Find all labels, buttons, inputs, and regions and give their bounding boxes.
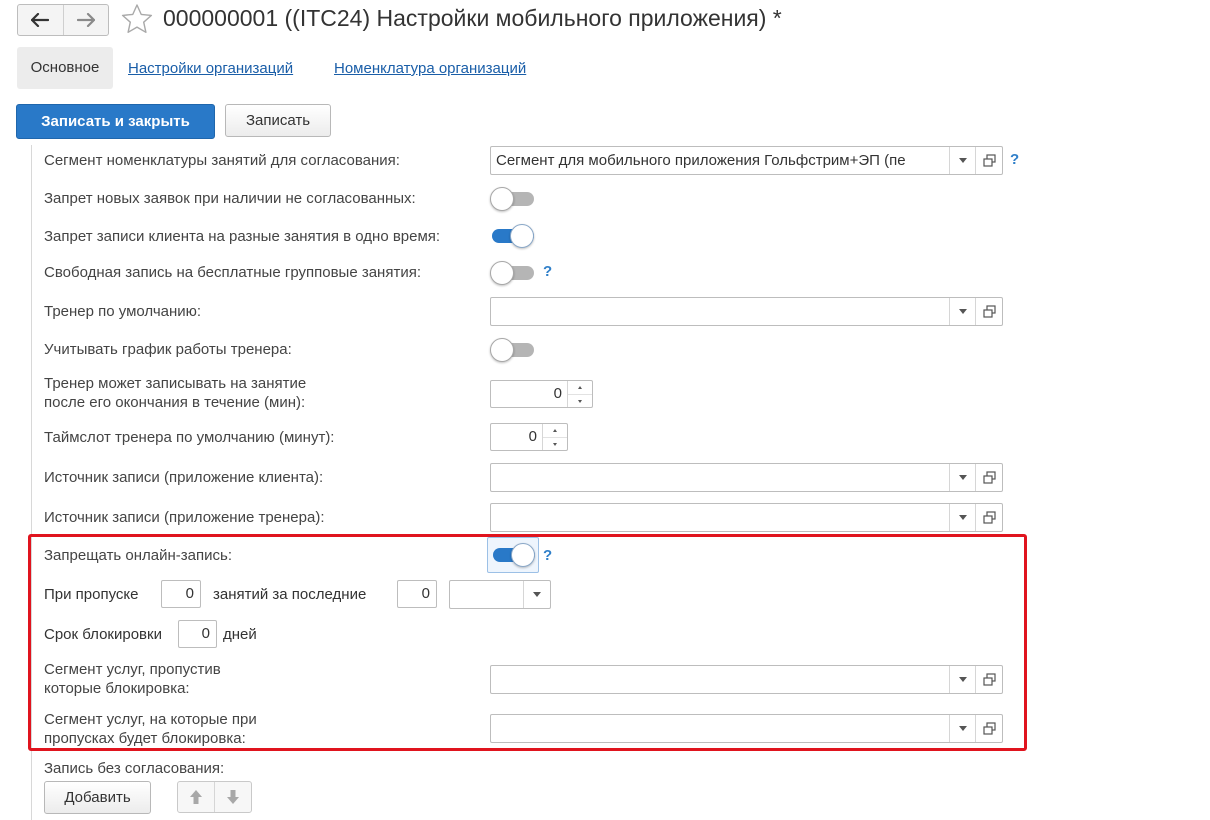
arrow-left-icon <box>31 13 50 27</box>
trainer-after-end-label-1: Тренер может записывать на занятие <box>44 375 307 392</box>
trainer-schedule-toggle[interactable] <box>490 338 534 362</box>
segment-skipped-dropdown[interactable] <box>949 666 976 693</box>
source-client-field[interactable] <box>490 463 1003 492</box>
trainer-after-end-value: 0 <box>553 385 562 402</box>
open-form-icon <box>982 154 996 167</box>
source-trainer-open[interactable] <box>975 504 1002 531</box>
tab-main[interactable]: Основное <box>17 47 113 89</box>
skip-rule-label-middle: занятий за последние <box>213 586 367 603</box>
skip-count-input[interactable]: 0 <box>161 580 201 608</box>
open-form-icon <box>982 305 996 318</box>
block-term-value: 0 <box>201 625 210 642</box>
period-unit-select[interactable] <box>449 580 551 609</box>
chevron-down-icon <box>959 158 967 163</box>
segment-blocked-label-1: Сегмент услуг, на которые при <box>44 711 257 728</box>
segment-approval-dropdown[interactable] <box>949 147 976 174</box>
nav-buttons <box>17 4 109 36</box>
default-trainer-field[interactable] <box>490 297 1003 326</box>
chevron-down-icon <box>959 475 967 480</box>
trainer-after-end-input[interactable]: 0 <box>490 380 593 408</box>
source-client-label: Источник записи (приложение клиента): <box>44 469 324 486</box>
free-group-toggle[interactable] <box>490 261 534 285</box>
open-form-icon <box>982 511 996 524</box>
open-form-icon <box>982 471 996 484</box>
segment-approval-open[interactable] <box>975 147 1002 174</box>
segment-skipped-field[interactable] <box>490 665 1003 694</box>
period-unit-dropdown[interactable] <box>523 581 550 608</box>
ban-overlap-toggle[interactable] <box>490 224 534 248</box>
ban-overlap-label: Запрет записи клиента на разные занятия … <box>44 228 441 245</box>
segment-approval-label: Сегмент номенклатуры занятий для согласо… <box>44 152 400 169</box>
source-trainer-dropdown[interactable] <box>949 504 976 531</box>
free-group-help[interactable]: ? <box>543 263 552 280</box>
trainer-timeslot-value: 0 <box>528 428 537 445</box>
default-trainer-dropdown[interactable] <box>949 298 976 325</box>
favorite-button[interactable] <box>121 3 153 40</box>
open-form-icon <box>982 673 996 686</box>
source-client-dropdown[interactable] <box>949 464 976 491</box>
star-icon <box>121 4 153 33</box>
default-trainer-open[interactable] <box>975 298 1002 325</box>
trainer-schedule-label: Учитывать график работы тренера: <box>44 341 292 358</box>
ban-new-requests-toggle[interactable] <box>490 187 534 211</box>
back-button[interactable] <box>18 5 63 35</box>
tab-org-settings[interactable]: Настройки организаций <box>128 60 293 77</box>
default-trainer-label: Тренер по умолчанию: <box>44 303 202 320</box>
move-down-button[interactable] <box>214 782 251 812</box>
period-count-input[interactable]: 0 <box>397 580 437 608</box>
chevron-down-icon <box>959 309 967 314</box>
arrow-down-icon <box>227 790 239 804</box>
page-title: 000000001 ((ITC24) Настройки мобильного … <box>163 5 782 31</box>
tab-org-nomenclature[interactable]: Номенклатура организаций <box>334 60 526 77</box>
trainer-timeslot-input[interactable]: 0 <box>490 423 568 451</box>
segment-blocked-dropdown[interactable] <box>949 715 976 742</box>
ban-new-requests-label: Запрет новых заявок при наличии не согла… <box>44 190 416 207</box>
free-group-label: Свободная запись на бесплатные групповые… <box>44 264 421 281</box>
move-up-button[interactable] <box>178 782 214 812</box>
skip-rule-label-prefix: При пропуске <box>44 586 139 603</box>
segment-skipped-open[interactable] <box>975 666 1002 693</box>
chevron-down-icon <box>959 677 967 682</box>
segment-approval-value: Сегмент для мобильного приложения Гольфс… <box>496 152 906 169</box>
ban-online-label: Запрещать онлайн-запись: <box>44 547 232 564</box>
chevron-down-icon <box>959 515 967 520</box>
open-form-icon <box>982 722 996 735</box>
arrow-up-icon <box>190 790 202 804</box>
source-trainer-label: Источник записи (приложение тренера): <box>44 509 325 526</box>
add-button[interactable]: Добавить <box>44 781 151 814</box>
trainer-timeslot-spinner[interactable] <box>542 424 567 450</box>
block-term-label-prefix: Срок блокировки <box>44 626 162 643</box>
save-and-close-button[interactable]: Записать и закрыть <box>16 104 215 139</box>
block-term-input[interactable]: 0 <box>178 620 217 648</box>
segment-blocked-open[interactable] <box>975 715 1002 742</box>
period-count-value: 0 <box>421 585 430 602</box>
move-buttons <box>177 781 252 813</box>
trainer-after-end-label-2: после его окончания в течение (мин): <box>44 394 306 411</box>
ban-online-toggle[interactable] <box>491 543 535 567</box>
segment-blocked-field[interactable] <box>490 714 1003 743</box>
source-client-open[interactable] <box>975 464 1002 491</box>
segment-skipped-label-2: которые блокировка: <box>44 680 190 697</box>
block-term-label-suffix: дней <box>223 626 257 643</box>
trainer-after-end-spinner[interactable] <box>567 381 592 407</box>
segment-blocked-label-2: пропусках будет блокировка: <box>44 730 246 747</box>
segment-approval-field[interactable]: Сегмент для мобильного приложения Гольфс… <box>490 146 1003 175</box>
trainer-timeslot-label: Таймслот тренера по умолчанию (минут): <box>44 429 335 446</box>
segment-approval-help[interactable]: ? <box>1010 151 1019 168</box>
segment-skipped-label-1: Сегмент услуг, пропустив <box>44 661 221 678</box>
ban-online-help[interactable]: ? <box>543 547 552 564</box>
no-approval-label: Запись без согласования: <box>44 760 225 777</box>
chevron-down-icon <box>959 726 967 731</box>
source-trainer-field[interactable] <box>490 503 1003 532</box>
forward-button[interactable] <box>62 5 109 35</box>
save-button[interactable]: Записать <box>225 104 331 137</box>
chevron-down-icon <box>533 592 541 597</box>
skip-count-value: 0 <box>185 585 194 602</box>
arrow-right-icon <box>76 13 95 27</box>
